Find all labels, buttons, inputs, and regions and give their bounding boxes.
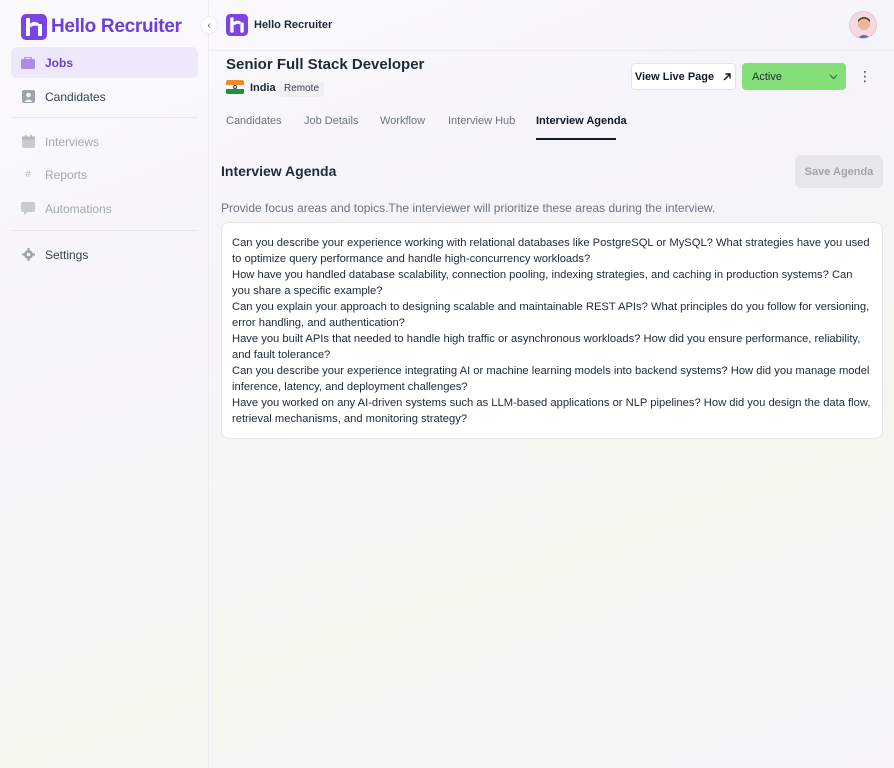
work-mode-badge: Remote [279, 81, 325, 97]
view-live-page-button[interactable]: View Live Page [631, 63, 736, 90]
agenda-help-text: Provide focus areas and topics.The inter… [221, 201, 716, 215]
sidebar: Hello Recruiter Jobs Candidates Intervie… [0, 0, 209, 768]
tab-job-details[interactable]: Job Details [304, 115, 358, 127]
chat-icon [21, 202, 35, 216]
sidebar-item-settings[interactable]: Settings [11, 239, 198, 270]
calendar-icon [21, 135, 35, 149]
tab-interview-agenda[interactable]: Interview Agenda [536, 115, 627, 127]
user-avatar-icon [850, 12, 876, 38]
job-status-value: Active [752, 70, 782, 83]
sidebar-item-label: Interviews [45, 134, 100, 149]
hash-icon: # [25, 169, 31, 180]
agenda-content: Can you describe your experience working… [232, 237, 871, 425]
save-agenda-button[interactable]: Save Agenda [795, 155, 883, 188]
sidebar-item-label: Automations [45, 201, 112, 216]
more-options-icon[interactable]: ⋮ [858, 66, 872, 86]
sidebar-divider [11, 117, 198, 118]
sidebar-divider [11, 230, 198, 231]
header-divider [210, 50, 894, 51]
agenda-textarea[interactable]: Can you describe your experience working… [221, 222, 883, 439]
sidebar-item-interviews[interactable]: Interviews [11, 126, 198, 157]
app-title: Hello Recruiter [254, 19, 333, 31]
tab-interview-hub[interactable]: Interview Hub [448, 115, 515, 127]
chevron-down-icon [829, 74, 838, 79]
logo-icon [226, 14, 248, 36]
sidebar-item-jobs[interactable]: Jobs [11, 47, 198, 78]
job-title: Senior Full Stack Developer [226, 56, 425, 73]
logo-icon [21, 14, 47, 40]
sidebar-item-label: Jobs [45, 55, 74, 70]
job-country: India [250, 82, 276, 94]
brand-name: Hello Recruiter [51, 16, 182, 37]
sidebar-item-automations[interactable]: Automations [11, 193, 198, 224]
active-tab-indicator [536, 138, 616, 140]
sidebar-collapse-button[interactable]: ‹ [200, 16, 218, 34]
sidebar-item-label: Reports [45, 167, 88, 182]
chevron-left-icon: ‹ [207, 19, 211, 31]
tab-workflow[interactable]: Workflow [380, 115, 425, 127]
external-link-icon [723, 72, 731, 80]
section-title: Interview Agenda [221, 163, 337, 179]
sidebar-item-label: Candidates [45, 89, 106, 104]
sidebar-item-label: Settings [45, 247, 89, 262]
india-flag-icon [226, 80, 244, 94]
person-icon [21, 90, 35, 104]
brand-logo[interactable]: Hello Recruiter [21, 14, 182, 40]
gear-icon [21, 248, 35, 262]
avatar[interactable] [849, 11, 877, 39]
sidebar-item-candidates[interactable]: Candidates [11, 81, 198, 112]
sidebar-item-reports[interactable]: # Reports [11, 159, 198, 190]
job-status-select[interactable]: Active [742, 63, 846, 90]
briefcase-icon [21, 56, 35, 70]
tab-candidates[interactable]: Candidates [226, 115, 282, 127]
view-live-page-label: View Live Page [634, 70, 715, 83]
